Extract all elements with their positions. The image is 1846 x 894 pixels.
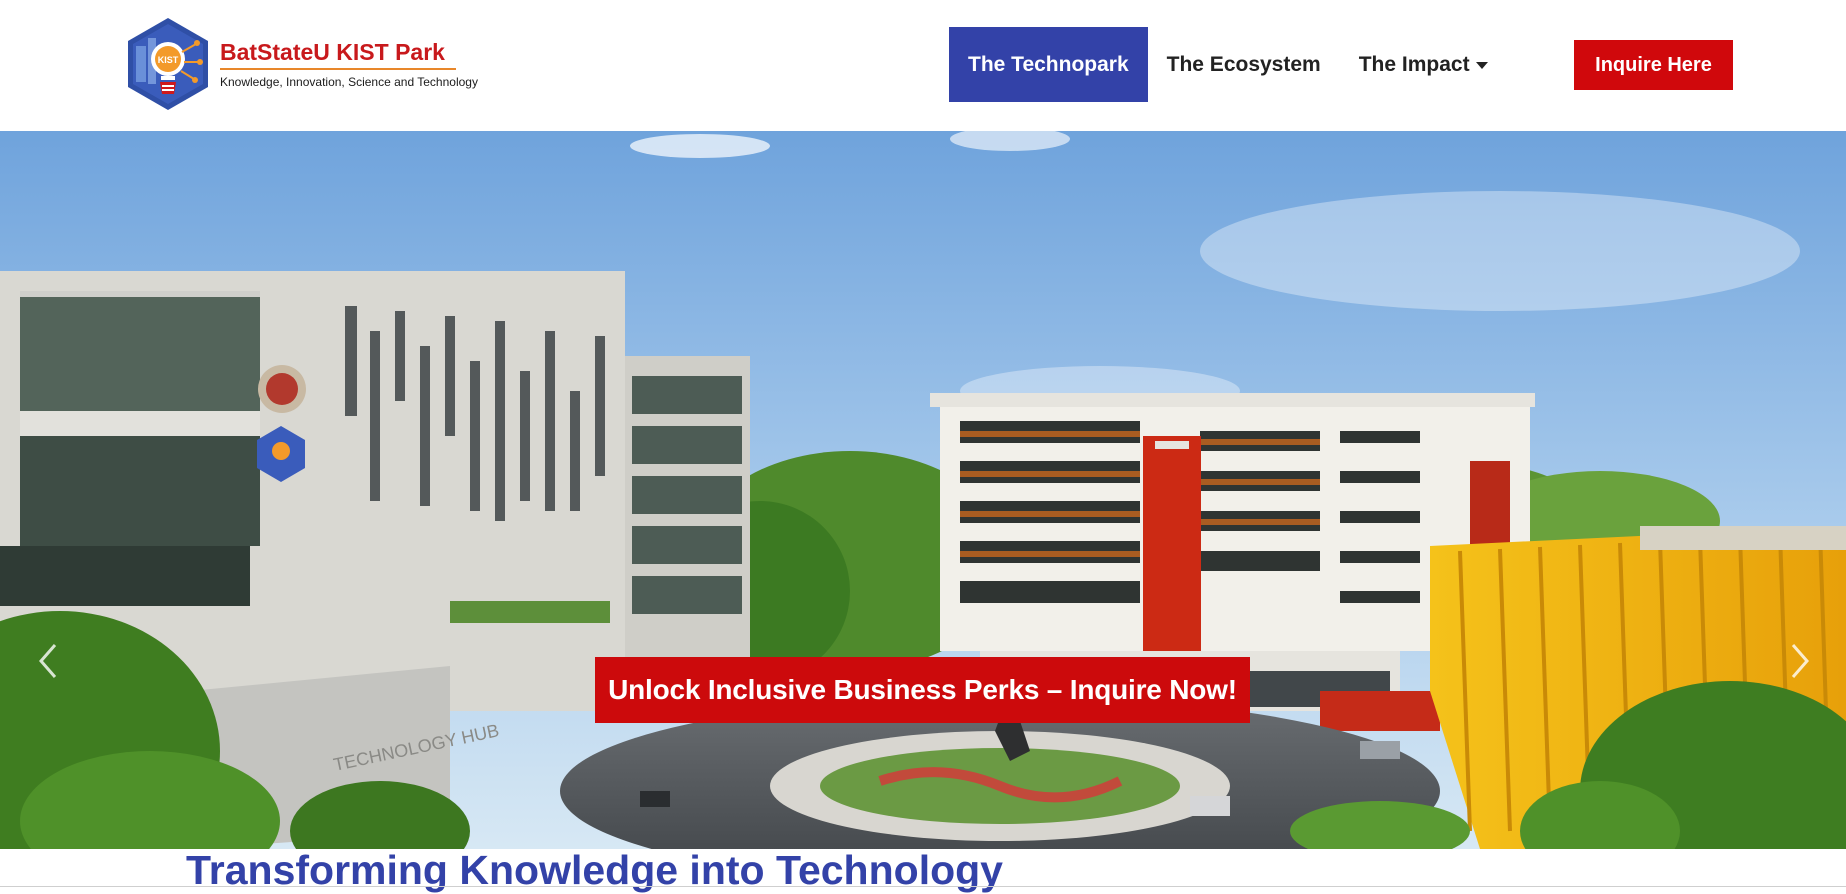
nav-item-the-impact-label: The Impact	[1358, 52, 1470, 76]
site-header: KIST BatStateU KIST Park Knowledge, Inno…	[0, 0, 1846, 131]
caret-down-icon	[1475, 62, 1488, 69]
main-nav: The Technopark The Ecosystem The Impact	[949, 27, 1507, 102]
campus-rendering-image: TECHNOLOGY HUB	[0, 131, 1846, 849]
brand-logo-link[interactable]: KIST BatStateU KIST Park Knowledge, Inno…	[124, 16, 478, 112]
brand-tagline: Knowledge, Innovation, Science and Techn…	[220, 75, 478, 89]
chevron-left-icon	[39, 644, 57, 678]
nav-item-the-ecosystem[interactable]: The Ecosystem	[1148, 27, 1340, 102]
chevron-right-icon	[1791, 644, 1809, 678]
carousel-next-button[interactable]	[1778, 631, 1822, 691]
brand-divider	[220, 68, 456, 70]
logo-text: KIST	[158, 55, 179, 65]
nav-item-the-impact[interactable]: The Impact	[1340, 27, 1507, 102]
carousel-prev-button[interactable]	[26, 631, 70, 691]
brand-text: BatStateU KIST Park Knowledge, Innovatio…	[220, 39, 478, 89]
brand-name: BatStateU KIST Park	[220, 39, 445, 65]
kist-logo-icon: KIST	[128, 18, 208, 110]
hero-carousel: TECHNOLOGY HUB Unlock Inclusive Business…	[0, 131, 1846, 849]
inquire-now-cta-button[interactable]: Unlock Inclusive Business Perks – Inquir…	[595, 657, 1250, 723]
nav-item-the-technopark[interactable]: The Technopark	[949, 27, 1148, 102]
inquire-here-button[interactable]: Inquire Here	[1574, 40, 1733, 90]
